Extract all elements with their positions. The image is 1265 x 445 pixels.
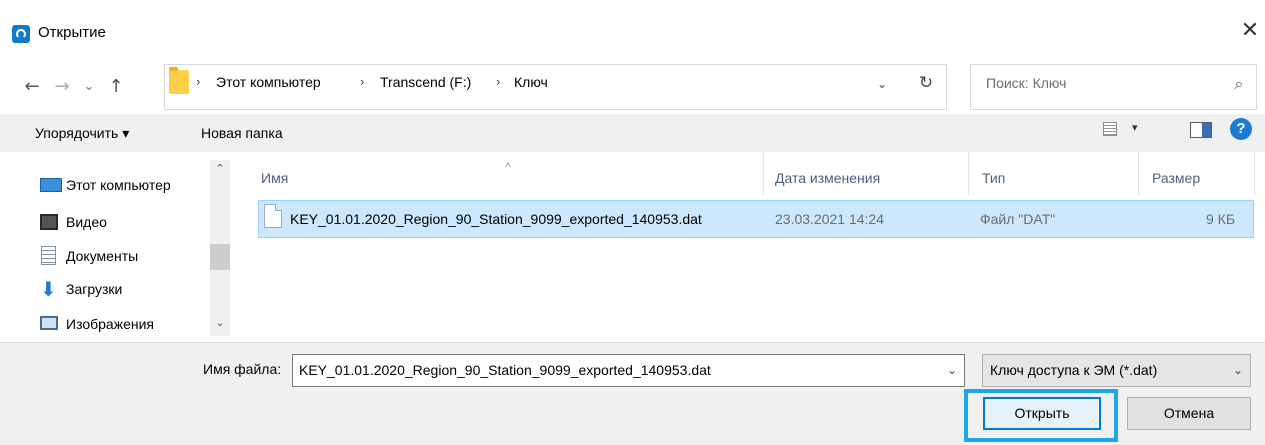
downloads-icon: ⬇	[40, 277, 57, 301]
sidebar-scrollbar-thumb[interactable]	[210, 244, 230, 270]
column-header-name[interactable]	[248, 152, 764, 196]
documents-icon	[41, 246, 56, 265]
breadcrumb-separator-icon: ›	[360, 74, 365, 89]
breadcrumb-drive[interactable]: Transcend (F:)	[380, 74, 471, 90]
new-folder-button[interactable]: Новая папка	[201, 125, 283, 141]
sidebar-item-label: Видео	[66, 214, 107, 230]
column-label-modified: Дата изменения	[775, 170, 881, 186]
file-size: 9 КБ	[1206, 211, 1236, 227]
file-name: KEY_01.01.2020_Region_90_Station_9099_ex…	[290, 211, 702, 227]
view-mode-icon[interactable]	[1103, 122, 1117, 136]
file-icon	[264, 204, 282, 228]
file-type: Файл "DAT"	[980, 211, 1056, 227]
search-icon[interactable]: ⌕	[1228, 72, 1250, 96]
breadcrumb-this-pc[interactable]: Этот компьютер	[216, 74, 321, 90]
organize-button[interactable]: Упорядочить ▾	[35, 125, 129, 142]
search-input[interactable]: Поиск: Ключ	[986, 75, 1066, 91]
scroll-down-icon[interactable]: ⌄	[212, 316, 228, 332]
sidebar-item-label: Документы	[66, 248, 139, 264]
sidebar-item-this-pc[interactable]: Этот компьютер	[40, 172, 210, 202]
back-arrow-icon[interactable]: ←	[20, 73, 44, 101]
refresh-icon[interactable]: ↻	[914, 70, 938, 96]
pictures-icon	[40, 316, 58, 330]
breadcrumb-separator-icon: ›	[496, 74, 501, 89]
filename-dropdown-icon[interactable]: ⌄	[942, 356, 962, 384]
command-bar	[0, 114, 1265, 152]
video-icon	[40, 214, 58, 230]
filetype-value: Ключ доступа к ЭМ (*.dat)	[990, 362, 1158, 378]
scroll-up-icon[interactable]: ⌃	[212, 162, 228, 178]
sidebar-item-label: Изображения	[66, 316, 154, 332]
title-bar	[0, 0, 1265, 64]
window-title: Открытие	[38, 24, 106, 41]
recent-locations-chevron-icon[interactable]: ⌄	[80, 73, 98, 101]
sidebar-item-documents[interactable]: Документы	[40, 243, 210, 273]
sort-ascending-icon: ^	[505, 160, 511, 174]
filetype-dropdown-icon[interactable]: ⌄	[1228, 356, 1248, 384]
sidebar-item-label: Этот компьютер	[66, 177, 171, 193]
sidebar-item-video[interactable]: Видео	[40, 209, 210, 239]
forward-arrow-icon[interactable]: →	[50, 73, 74, 101]
column-label-name: Имя	[261, 170, 289, 186]
sidebar-item-pictures[interactable]: Изображения	[40, 311, 210, 341]
filename-value[interactable]: KEY_01.01.2020_Region_90_Station_9099_ex…	[299, 362, 711, 378]
preview-pane-icon[interactable]	[1190, 122, 1212, 138]
app-icon	[12, 25, 30, 43]
open-button[interactable]: Открыть	[983, 397, 1101, 430]
cancel-button[interactable]: Отмена	[1127, 397, 1251, 430]
up-arrow-icon[interactable]: ↑	[104, 73, 128, 101]
close-icon[interactable]: ✕	[1238, 16, 1262, 46]
sidebar-item-label: Загрузки	[66, 281, 123, 297]
file-modified: 23.03.2021 14:24	[775, 211, 884, 227]
folder-icon	[169, 67, 189, 94]
filename-label: Имя файла:	[203, 361, 282, 377]
breadcrumb-separator-icon: ›	[196, 74, 201, 89]
address-dropdown-icon[interactable]: ⌄	[872, 72, 892, 96]
column-label-size: Размер	[1152, 170, 1201, 186]
help-icon[interactable]: ?	[1230, 118, 1252, 140]
sidebar-item-downloads[interactable]: ⬇ Загрузки	[40, 276, 210, 306]
column-label-type: Тип	[982, 170, 1006, 186]
computer-icon	[40, 178, 62, 192]
view-dropdown-icon[interactable]: ▾	[1132, 121, 1138, 134]
breadcrumb-folder[interactable]: Ключ	[514, 74, 548, 90]
